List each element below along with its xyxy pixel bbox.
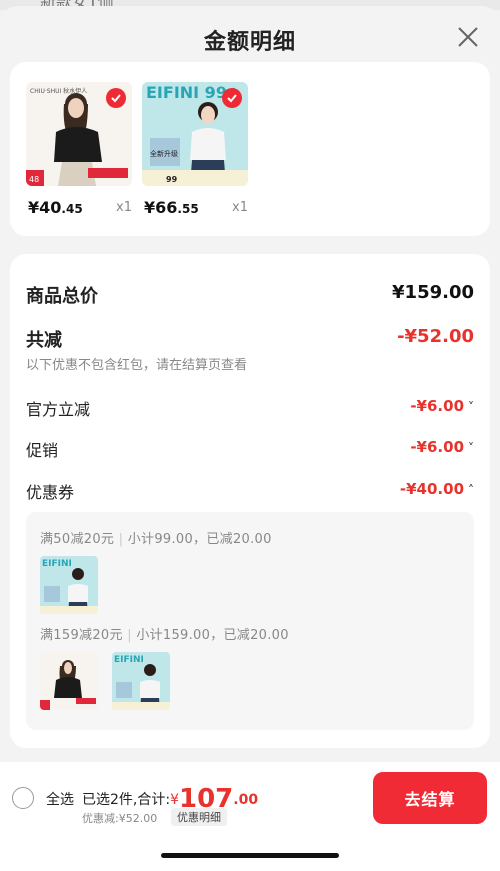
coupon-detail: 小计99.00，已减20.00 — [127, 532, 272, 547]
checkout-button[interactable]: 去结算 — [373, 772, 487, 824]
product-price: ¥66.55 — [144, 198, 199, 217]
total-label: 商品总价 — [26, 286, 98, 307]
chevron-down-icon[interactable]: ˅ — [468, 441, 474, 455]
home-indicator[interactable] — [161, 853, 339, 858]
coupon-detail: 小计159.00，已减20.00 — [136, 628, 289, 643]
price-tag: 99 — [166, 175, 178, 184]
check-icon[interactable] — [106, 88, 126, 108]
svg-text:EIFINI: EIFINI — [42, 559, 72, 569]
discount-item-value: -¥6.00 — [410, 397, 464, 415]
select-all-label[interactable]: 全选 — [46, 789, 74, 809]
product-item[interactable]: EIFINI 99+ 全新升级 99 ¥66.55 x1 — [142, 82, 248, 220]
coupon-line: 满159减20元 | 小计159.00，已减20.00 — [40, 628, 289, 643]
product-price: ¥40.45 — [28, 198, 83, 217]
discount-value: -¥52.00 — [397, 326, 474, 347]
total-value: ¥159.00 — [392, 282, 474, 303]
discount-label: 共减 — [26, 330, 62, 351]
price-row: ¥66.55 x1 — [142, 196, 248, 220]
promo-text: 全新升级 — [150, 149, 178, 158]
chevron-down-icon[interactable]: ˅ — [468, 400, 474, 414]
svg-text:EIFINI: EIFINI — [114, 655, 144, 665]
discount-item-label: 优惠券 — [26, 483, 75, 502]
total-decimal: .00 — [233, 792, 259, 808]
chevron-up-icon[interactable]: ˄ — [468, 483, 474, 497]
coupon-product-thumb[interactable]: EIFINI — [112, 652, 170, 710]
coupon-product-thumb[interactable] — [40, 652, 98, 710]
sheet-title: 金额明细 — [203, 30, 296, 55]
select-all-radio[interactable] — [12, 787, 34, 809]
product-image[interactable]: EIFINI 99+ 全新升级 99 — [142, 82, 248, 186]
product-qty: x1 — [116, 200, 132, 215]
product-image[interactable]: CHIU·SHUI 秋水伊人 48 — [26, 82, 132, 186]
coupon-product-thumb[interactable]: EIFINI — [40, 556, 98, 614]
discount-item-label: 促销 — [26, 441, 59, 460]
coupon-line: 满50减20元 | 小计99.00，已减20.00 — [40, 532, 272, 547]
discount-item-value: -¥6.00 — [410, 438, 464, 456]
coupon-details: 满50减20元 | 小计99.00，已减20.00 EIFINI 满159减20… — [26, 512, 474, 730]
discount-item-label: 官方立减 — [26, 400, 91, 419]
product-qty: x1 — [232, 200, 248, 215]
product-item[interactable]: CHIU·SHUI 秋水伊人 48 ¥40.45 x1 — [26, 82, 132, 220]
saved-amount: 优惠减:¥52.00 — [82, 812, 158, 825]
discount-item-value: -¥40.00 — [399, 480, 464, 498]
coupon-rule: 满50减20元 — [40, 532, 115, 547]
selected-text: 已选2件,合计: — [82, 792, 171, 808]
close-icon[interactable] — [456, 25, 480, 49]
summary-card: 商品总价 ¥159.00 共减 -¥52.00 以下优惠不包含红包，请在结算页查… — [10, 254, 490, 748]
discount-note: 以下优惠不包含红包，请在结算页查看 — [26, 358, 248, 373]
price-row: ¥40.45 x1 — [26, 196, 132, 220]
total-currency: ¥ — [170, 792, 179, 808]
coupon-rule: 满159减20元 — [40, 628, 123, 643]
products-card: CHIU·SHUI 秋水伊人 48 ¥40.45 x1 EIFINI 99+ 全… — [10, 62, 490, 236]
check-icon[interactable] — [222, 88, 242, 108]
price-tag: 48 — [29, 175, 39, 184]
discount-detail-button[interactable]: 优惠明细 — [171, 808, 227, 826]
